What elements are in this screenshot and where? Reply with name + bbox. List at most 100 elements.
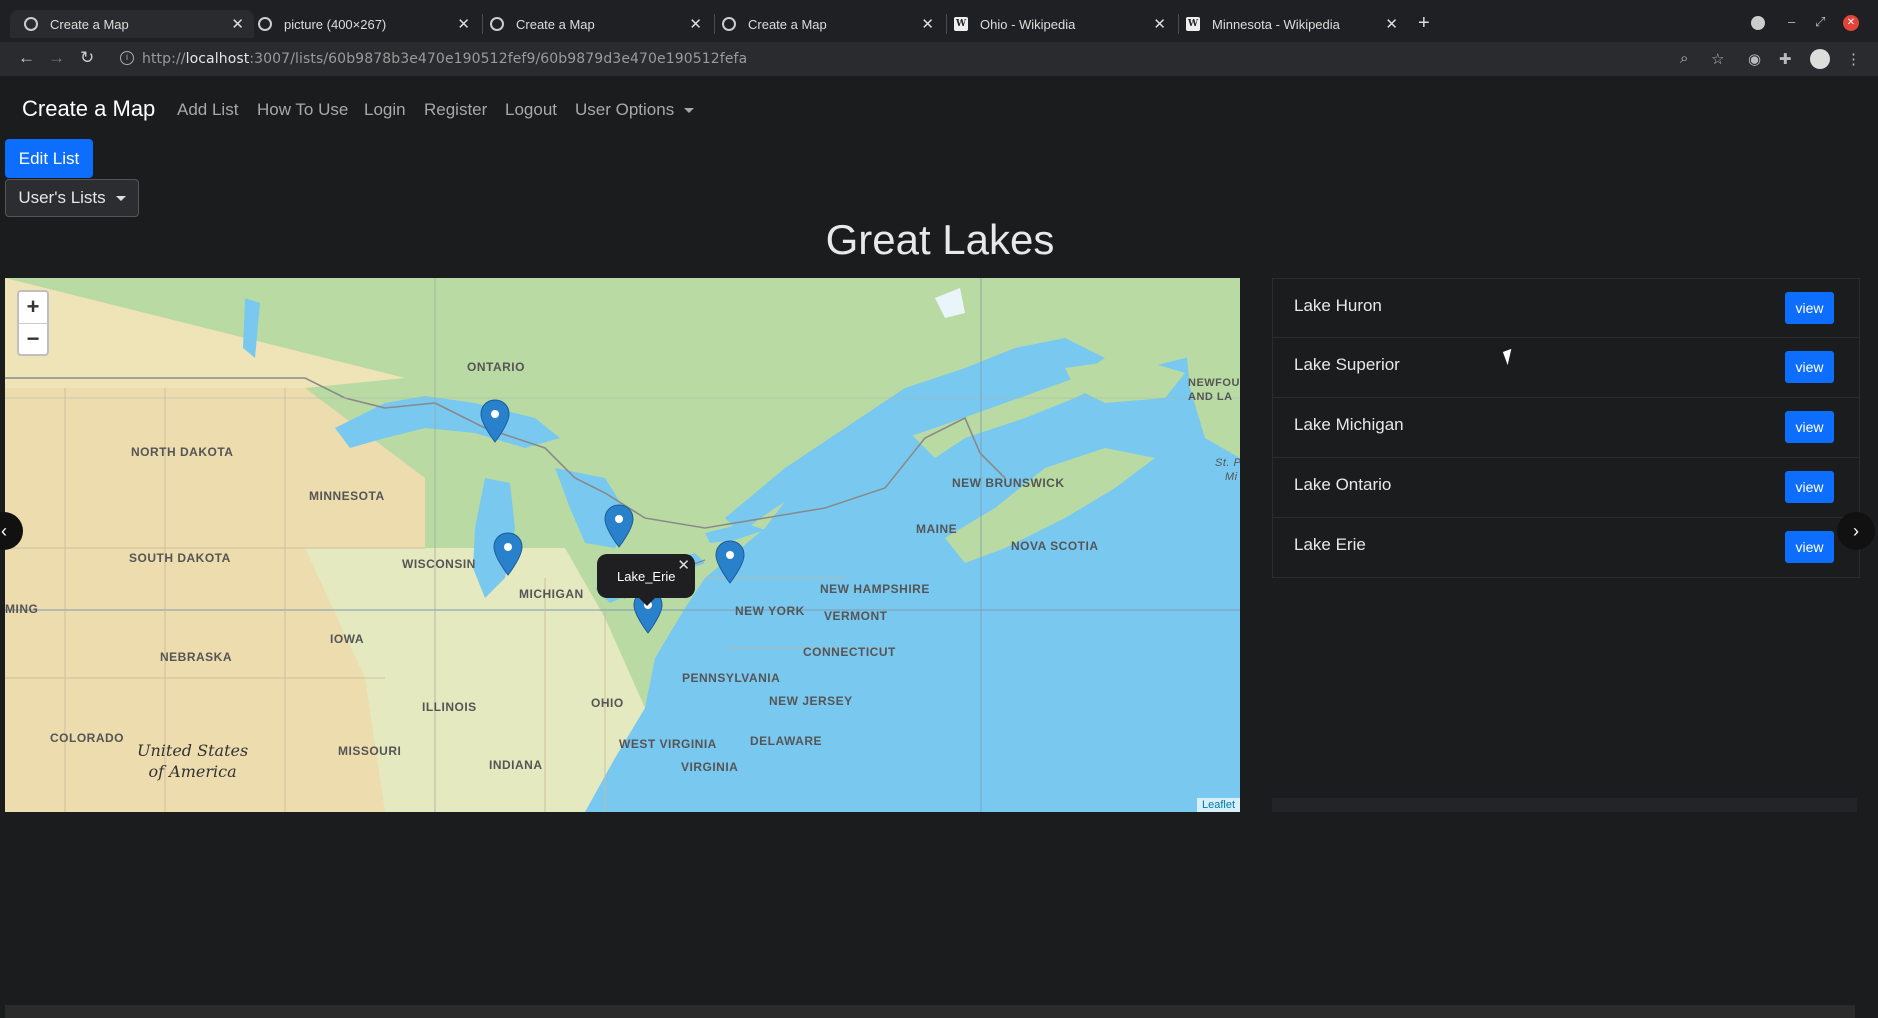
map-label-wyoming: MING [5, 602, 39, 616]
map-label-nova-scotia: NOVA SCOTIA [1011, 539, 1099, 553]
url-field[interactable]: http://localhost:3007/lists/60b9878b3e47… [142, 51, 747, 67]
kebab-menu-icon[interactable]: ⋮ [1846, 50, 1861, 68]
url-path: :3007/lists/60b9878b3e470e190512fef9/60b… [249, 51, 748, 67]
zoom-in-button[interactable]: + [19, 292, 47, 324]
map-label-wisconsin: WISCONSIN [402, 557, 476, 571]
users-lists-dropdown[interactable]: User's Lists [5, 179, 139, 217]
browser-tab[interactable]: Create a Map ✕ [490, 10, 702, 38]
window-close-icon[interactable]: ✕ [1843, 15, 1859, 31]
caret-down-icon [684, 108, 695, 114]
map-label-delaware: DELAWARE [750, 734, 823, 748]
popup-close-icon[interactable]: ✕ [677, 556, 690, 574]
browser-menu-icon[interactable] [1751, 16, 1765, 30]
user-options-dropdown[interactable]: User Options [575, 100, 695, 120]
puzzle-icon[interactable]: ✚ [1779, 50, 1792, 68]
tab-divider [1178, 14, 1179, 34]
wikipedia-icon: W [954, 17, 968, 31]
page-title: Great Lakes [825, 216, 1055, 263]
wikipedia-icon: W [1186, 17, 1200, 31]
map-label-new-york: NEW YORK [735, 604, 805, 618]
map-label-usa-line-1: United States [137, 741, 249, 760]
list-item: Lake Erie view [1272, 518, 1860, 578]
star-icon[interactable]: ☆ [1711, 50, 1724, 68]
profile-avatar-icon[interactable] [1810, 49, 1830, 69]
browser-tab[interactable]: Create a Map ✕ [10, 10, 254, 38]
map-label-south-dakota: SOUTH DAKOTA [129, 551, 231, 565]
list-item: Lake Superior view [1272, 338, 1860, 398]
close-icon[interactable]: ✕ [231, 15, 244, 33]
map-label-pennsylvania: PENNSYLVANIA [682, 671, 781, 685]
map-label-usa: United States of America [137, 740, 248, 782]
map-label-indiana: INDIANA [489, 758, 543, 772]
view-button[interactable]: view [1785, 292, 1834, 324]
url-host: localhost [185, 51, 250, 67]
horizontal-scrollbar[interactable] [5, 1005, 1855, 1018]
lake-list: Lake Huron view Lake Superior view Lake … [1272, 278, 1860, 814]
globe-icon [490, 17, 504, 31]
popup-tip [639, 598, 655, 606]
back-arrow-icon[interactable]: ← [18, 48, 35, 68]
nav-link-login[interactable]: Login [364, 100, 406, 120]
browser-tab[interactable]: W Ohio - Wikipedia ✕ [954, 10, 1166, 38]
close-icon[interactable]: ✕ [1153, 15, 1166, 33]
view-button[interactable]: view [1785, 411, 1834, 443]
list-item: Lake Michigan view [1272, 398, 1860, 458]
close-icon[interactable]: ✕ [1385, 15, 1398, 33]
map-label-connecticut: CONNECTICUT [803, 645, 896, 659]
reload-icon[interactable]: ↻ [80, 48, 94, 68]
map-label-west-virginia: WEST VIRGINIA [619, 737, 717, 751]
edit-list-button[interactable]: Edit List [5, 139, 93, 178]
tab-divider [714, 14, 715, 34]
nav-link-register[interactable]: Register [424, 100, 487, 120]
globe-icon [258, 17, 272, 31]
address-bar: ← → ↻ i http://localhost:3007/lists/60b9… [0, 42, 1878, 76]
view-button[interactable]: view [1785, 471, 1834, 503]
zoom-magnifier-icon[interactable]: ⌕ [1680, 50, 1688, 67]
map-label-colorado: COLORADO [50, 731, 124, 745]
list-item: Lake Ontario view [1272, 458, 1860, 518]
map-label-mi: Mi [1225, 471, 1238, 483]
extension-mask-icon[interactable]: ◉ [1748, 50, 1761, 68]
map-label-newfoundland-2: AND LA [1188, 391, 1233, 403]
browser-tab[interactable]: Create a Map ✕ [722, 10, 934, 38]
map-label-new-jersey: NEW JERSEY [769, 694, 853, 708]
new-tab-plus-icon[interactable]: + [1418, 12, 1430, 35]
page-content: Create a Map Add List How To Use Login R… [0, 78, 1875, 1008]
zoom-control: + − [17, 290, 49, 356]
maximize-icon[interactable]: ⤢ [1815, 14, 1825, 30]
tab-divider [946, 14, 947, 34]
map-label-nebraska: NEBRASKA [160, 650, 233, 664]
close-icon[interactable]: ✕ [689, 15, 702, 33]
popup-label: Lake_Erie [617, 569, 676, 584]
view-button[interactable]: view [1785, 531, 1834, 563]
view-button[interactable]: view [1785, 351, 1834, 383]
map-label-virginia: VIRGINIA [681, 760, 739, 774]
browser-tab[interactable]: W Minnesota - Wikipedia ✕ [1186, 10, 1398, 38]
info-icon[interactable]: i [120, 51, 134, 65]
user-options-label: User Options [575, 100, 675, 119]
lake-name: Lake Michigan [1294, 415, 1404, 434]
nav-link-logout[interactable]: Logout [505, 100, 557, 120]
map-label-new-hampshire: NEW HAMPSHIRE [820, 582, 930, 596]
forward-arrow-icon[interactable]: → [48, 48, 65, 68]
map-attribution[interactable]: Leaflet [1196, 798, 1240, 812]
nav-link-how-to-use[interactable]: How To Use [257, 100, 348, 120]
browser-tab-bar: Create a Map ✕ picture (400×267) ✕ Creat… [0, 0, 1878, 46]
lake-name: Lake Ontario [1294, 475, 1392, 494]
navbar-brand[interactable]: Create a Map [22, 96, 155, 122]
nav-link-add-list[interactable]: Add List [177, 100, 238, 120]
carousel-next-button[interactable]: › [1837, 512, 1875, 550]
close-icon[interactable]: ✕ [457, 15, 470, 33]
lake-name: Lake Erie [1294, 535, 1366, 554]
zoom-out-button[interactable]: − [19, 324, 47, 355]
list-item: Lake Huron view [1272, 278, 1860, 338]
tab-divider [482, 14, 483, 34]
map-label-michigan: MICHIGAN [519, 587, 584, 601]
close-icon[interactable]: ✕ [921, 15, 934, 33]
browser-tab[interactable]: picture (400×267) ✕ [258, 10, 470, 38]
map-label-illinois: ILLINOIS [422, 700, 477, 714]
tab-title: Create a Map [50, 16, 129, 32]
map-label-usa-line-2: of America [148, 762, 237, 781]
minimize-icon[interactable]: – [1788, 14, 1795, 29]
leaflet-map[interactable]: ONTARIO NORTH DAKOTA MINNESOTA SOUTH DAK… [5, 278, 1240, 812]
